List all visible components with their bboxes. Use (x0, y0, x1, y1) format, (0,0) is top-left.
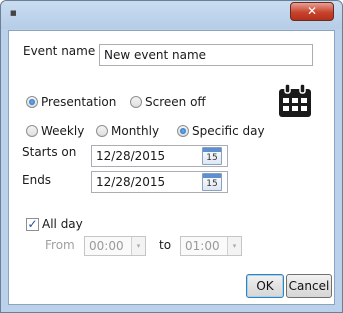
ends-label: Ends (22, 173, 52, 187)
ends-calendar-button[interactable]: 15 (202, 173, 222, 191)
title-bar[interactable]: ■ ✕ (1, 1, 342, 29)
all-day-label: All day (42, 217, 83, 231)
starts-on-date-value: 12/28/2015 (96, 149, 166, 163)
monthly-label: Monthly (111, 124, 160, 138)
specific-day-label: Specific day (192, 124, 265, 138)
to-label: to (159, 238, 172, 252)
specific-day-radio[interactable] (177, 125, 189, 137)
from-time-field[interactable]: 00:00 ▾ (84, 236, 146, 256)
from-time-dropdown-icon[interactable]: ▾ (131, 237, 145, 255)
cancel-button[interactable]: Cancel (286, 274, 332, 298)
weekly-label: Weekly (41, 124, 85, 138)
weekly-radio[interactable] (26, 125, 38, 137)
close-icon: ✕ (306, 4, 318, 18)
all-day-checkbox[interactable]: ✓ (26, 218, 39, 231)
to-time-field[interactable]: 01:00 ▾ (180, 236, 242, 256)
app-icon: ■ (10, 9, 17, 17)
to-time-value: 01:00 (185, 239, 220, 253)
ends-date-value: 12/28/2015 (96, 175, 166, 189)
presentation-radio[interactable] (26, 96, 38, 108)
presentation-label: Presentation (41, 95, 117, 109)
calendar-small-icon: 15 (206, 179, 218, 189)
dialog-content: Event name New event name Presentation S… (8, 30, 335, 305)
close-button[interactable]: ✕ (290, 2, 334, 21)
dialog-window: ■ ✕ Event name New event name Presentati… (0, 0, 343, 313)
from-label: From (45, 238, 75, 252)
event-name-label: Event name (23, 44, 96, 58)
from-time-value: 00:00 (89, 239, 124, 253)
to-time-dropdown-icon[interactable]: ▾ (227, 237, 241, 255)
calendar-icon (279, 83, 311, 117)
monthly-radio[interactable] (96, 125, 108, 137)
event-name-input[interactable]: New event name (99, 44, 313, 66)
screen-off-label: Screen off (145, 95, 206, 109)
ok-button[interactable]: OK (246, 274, 284, 298)
starts-on-calendar-button[interactable]: 15 (202, 147, 222, 165)
calendar-small-icon: 15 (206, 153, 218, 163)
starts-on-label: Starts on (22, 145, 77, 159)
screen-off-radio[interactable] (130, 96, 142, 108)
